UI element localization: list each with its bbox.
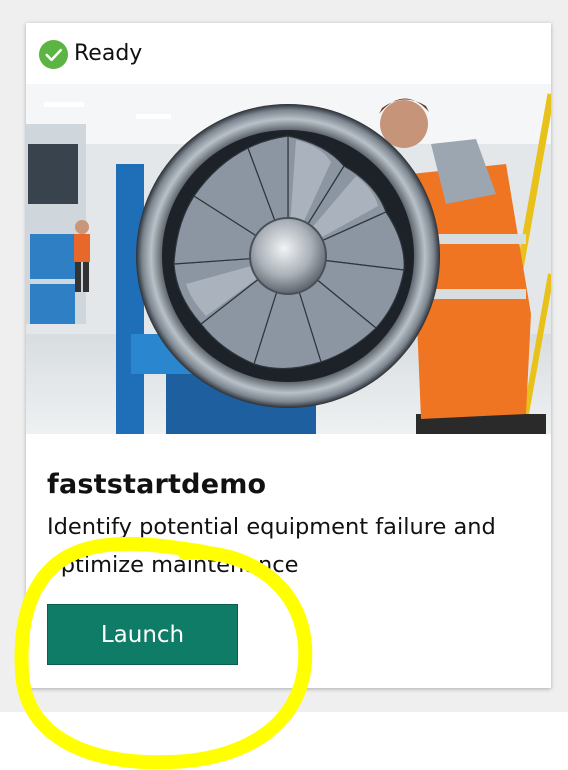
status-label: Ready — [74, 41, 143, 66]
launch-button[interactable]: Launch — [47, 604, 238, 665]
jet-engine-photo — [26, 84, 551, 434]
status-indicator: Ready — [38, 38, 142, 70]
hero-image — [26, 84, 551, 434]
app-card: Ready faststartdemo Identify potential e… — [26, 23, 551, 688]
app-description: Identify potential equipment failure and… — [47, 514, 496, 578]
check-circle-icon — [38, 39, 69, 69]
app-title: faststartdemo — [47, 469, 267, 500]
